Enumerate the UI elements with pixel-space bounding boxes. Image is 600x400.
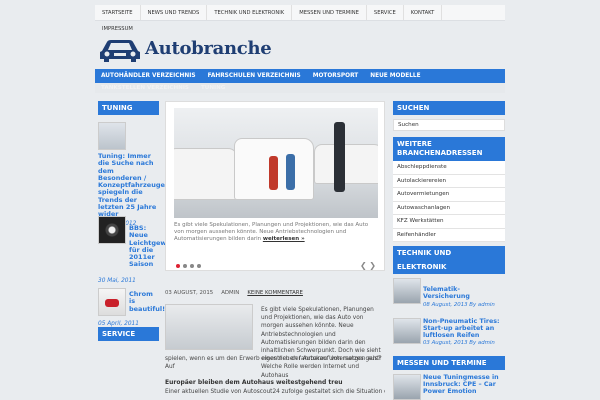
top-nav-item-news[interactable]: NEWS UND TRENDS bbox=[141, 5, 208, 20]
right-sidebar: SUCHEN Suchen WEITERE BRANCHENADRESSEN A… bbox=[393, 101, 505, 400]
list-item[interactable]: Non-Pneumatic Tires: Start-up arbeitet a… bbox=[393, 314, 505, 356]
next-arrow-icon[interactable]: ❯ bbox=[369, 261, 376, 270]
slider-dot[interactable] bbox=[190, 264, 194, 268]
section-heading-technik: TECHNIK UND ELEKTRONIK bbox=[393, 246, 505, 274]
slider-arrows: ❮ ❯ bbox=[360, 261, 376, 270]
post-thumbnail[interactable] bbox=[393, 318, 421, 344]
post-thumbnail[interactable] bbox=[393, 374, 421, 400]
post-thumbnail[interactable] bbox=[98, 122, 126, 150]
car-logo-icon bbox=[100, 40, 140, 62]
slider-dot[interactable] bbox=[197, 264, 201, 268]
slider-pagination bbox=[176, 264, 201, 268]
post-author[interactable]: ADMIN bbox=[221, 290, 239, 296]
section-heading-branchenadressen: WEITERE BRANCHENADRESSEN bbox=[393, 137, 505, 161]
directory-list: Abschleppdienste Autolackierereien Autov… bbox=[393, 161, 505, 242]
top-nav-item-technik[interactable]: TECHNIK UND ELEKTRONIK bbox=[207, 5, 293, 20]
page-wrapper: STARTSEITE NEWS UND TRENDS TECHNIK UND E… bbox=[95, 0, 505, 400]
comments-link[interactable]: KEINE KOMMENTARE bbox=[247, 290, 303, 296]
slide-caption: Es gibt viele Spekulationen, Planungen u… bbox=[174, 222, 378, 243]
logo-text: Autobranche bbox=[145, 38, 272, 59]
top-nav-item-impressum[interactable]: IMPRESSUM bbox=[95, 22, 140, 34]
directory-link[interactable]: Autowaschanlagen bbox=[393, 201, 505, 215]
post-thumbnail[interactable] bbox=[98, 216, 126, 244]
post-title[interactable]: Non-Pneumatic Tires: Start-up arbeitet a… bbox=[423, 318, 505, 339]
list-item[interactable]: BBS: Neue Leichtgewichte für die 2011er … bbox=[98, 216, 185, 288]
section-heading-suchen: SUCHEN bbox=[393, 101, 505, 115]
read-more-link[interactable]: weiterlesen » bbox=[263, 236, 305, 242]
sub-nav-item-tankstellen[interactable]: TANKSTELLEN VERZEICHNIS bbox=[95, 83, 195, 93]
person-image bbox=[334, 122, 345, 192]
post-title[interactable]: BBS: Neue Leichtgewichte für die 2011er … bbox=[129, 224, 185, 269]
main-nav-item-fahrschulen[interactable]: FAHRSCHULEN VERZEICHNIS bbox=[202, 69, 307, 83]
section-heading-messen: MESSEN UND TERMINE bbox=[393, 356, 505, 370]
directory-link[interactable]: Abschleppdienste bbox=[393, 161, 505, 175]
featured-slider: Es gibt viele Spekulationen, Planungen u… bbox=[165, 101, 385, 271]
list-item[interactable]: Neue Tuningmesse in Innsbruck: CPE – Car… bbox=[393, 370, 505, 400]
post-title[interactable]: Telematik-Versicherung bbox=[423, 286, 505, 300]
post-date: 05 April, 2011 bbox=[98, 321, 139, 327]
top-nav-item-startseite[interactable]: STARTSEITE bbox=[95, 5, 141, 20]
section-heading-service: SERVICE bbox=[98, 327, 159, 341]
slider-dot[interactable] bbox=[176, 264, 180, 268]
post-thumbnail[interactable] bbox=[98, 288, 126, 316]
main-nav-item-neue-modelle[interactable]: NEUE MODELLE bbox=[364, 69, 426, 83]
directory-link[interactable]: KFZ Werkstätten bbox=[393, 215, 505, 229]
sub-nav: TANKSTELLEN VERZEICHNIS TUNING bbox=[95, 83, 505, 93]
main-nav-item-autohaendler[interactable]: AUTOHÄNDLER VERZEICHNIS bbox=[95, 69, 202, 83]
sub-nav-item-tuning[interactable]: TUNING bbox=[195, 83, 231, 93]
post-date: 30 Mai, 2011 bbox=[98, 278, 136, 284]
post-title[interactable]: Tuning: Immer die Suche nach dem Besonde… bbox=[98, 152, 165, 219]
top-nav: STARTSEITE NEWS UND TRENDS TECHNIK UND E… bbox=[95, 5, 505, 21]
left-sidebar: TUNING Tuning: Immer die Suche nach dem … bbox=[98, 101, 185, 341]
site-logo[interactable]: Autobranche bbox=[98, 36, 272, 64]
post-date: 03 August, 2013 By admin bbox=[423, 340, 495, 346]
slider-dot[interactable] bbox=[183, 264, 187, 268]
article-subheading: Europäer bleiben dem Autohaus weitestgeh… bbox=[165, 379, 343, 386]
post-meta: 03 AUGUST, 2015 ADMIN KEINE KOMMENTARE bbox=[165, 290, 385, 296]
article-thumbnail[interactable] bbox=[165, 304, 253, 350]
post-date: 08 August, 2013 By admin bbox=[423, 302, 495, 308]
person-image bbox=[286, 154, 295, 190]
directory-link[interactable]: Autolackierereien bbox=[393, 174, 505, 188]
post-thumbnail[interactable] bbox=[393, 278, 421, 304]
list-item[interactable]: Chrom is beautiful! 05 April, 2011 bbox=[98, 288, 165, 327]
top-nav-item-messen[interactable]: MESSEN UND TERMINE bbox=[292, 5, 367, 20]
search-input[interactable]: Suchen bbox=[393, 119, 505, 131]
car-image bbox=[174, 148, 238, 200]
list-item[interactable]: Telematik-Versicherung 08 August, 2013 B… bbox=[393, 274, 505, 314]
section-heading-tuning: TUNING bbox=[98, 101, 159, 115]
directory-link[interactable]: Autovermietungen bbox=[393, 188, 505, 202]
person-image bbox=[269, 156, 278, 190]
article-paragraph: Einer aktuellen Studie von Autoscout24 z… bbox=[165, 389, 385, 395]
main-nav-item-motorsport[interactable]: MOTORSPORT bbox=[307, 69, 365, 83]
post-title[interactable]: Chrom is beautiful! bbox=[129, 290, 165, 313]
directory-link[interactable]: Reifenhändler bbox=[393, 228, 505, 242]
prev-arrow-icon[interactable]: ❮ bbox=[360, 261, 367, 270]
slide-image[interactable] bbox=[174, 108, 378, 218]
list-item[interactable]: Tuning: Immer die Suche nach dem Besonde… bbox=[98, 122, 165, 227]
post-date: 03 AUGUST, 2015 bbox=[165, 290, 214, 296]
main-nav: AUTOHÄNDLER VERZEICHNIS FAHRSCHULEN VERZ… bbox=[95, 69, 505, 83]
car-image bbox=[314, 144, 378, 184]
top-nav-item-kontakt[interactable]: KONTAKT bbox=[404, 5, 443, 20]
top-nav-item-service[interactable]: SERVICE bbox=[367, 5, 404, 20]
article-excerpt-continued: spielen, wenn es um den Erwerb eines neu… bbox=[165, 356, 382, 371]
post-title[interactable]: Neue Tuningmesse in Innsbruck: CPE – Car… bbox=[423, 374, 505, 395]
